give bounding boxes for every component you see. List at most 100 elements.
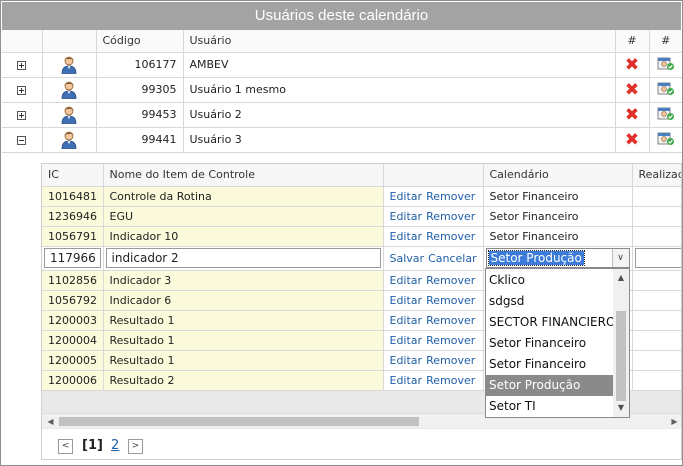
expand-plus-icon[interactable]: [17, 60, 27, 70]
delete-x-icon[interactable]: ✖: [625, 55, 639, 75]
dropdown-option[interactable]: Setor TI: [486, 396, 614, 417]
user-row[interactable]: 99441 Usuário 3 ✖: [2, 126, 682, 153]
expander-cell[interactable]: [2, 126, 43, 153]
dropdown-scroll-thumb[interactable]: [616, 311, 626, 401]
ic-column-header[interactable]: IC: [42, 164, 104, 187]
realized-input[interactable]: [634, 248, 681, 268]
user-calendar-icon[interactable]: [657, 57, 675, 74]
expand-plus-icon[interactable]: [17, 85, 27, 95]
item-realized: [631, 185, 681, 207]
ic-input[interactable]: [44, 248, 101, 268]
expander-cell[interactable]: [2, 76, 43, 103]
edit-link[interactable]: Editar: [390, 274, 423, 287]
user-calendar-button[interactable]: [648, 76, 682, 103]
user-calendar-icon[interactable]: [657, 107, 675, 124]
item-calendar: Setor Financeiro: [482, 185, 633, 207]
remove-link[interactable]: Remover: [426, 210, 475, 223]
control-item-row[interactable]: 1236946 EGU Editar Remover Setor Financeiro: [42, 205, 681, 227]
user-calendar-icon[interactable]: [657, 132, 675, 149]
page-2-link[interactable]: 2: [111, 438, 119, 453]
calendar-dropdown-list[interactable]: Cklico sdgsd SECTOR FINANCIERO Setor Financ…: [485, 268, 630, 418]
item-name: Controle da Rotina: [102, 185, 384, 207]
remove-link[interactable]: Remover: [426, 294, 475, 307]
edit-link[interactable]: Editar: [390, 334, 423, 347]
scroll-left-icon[interactable]: ◀: [43, 414, 58, 429]
user-column-header[interactable]: Usuário: [182, 30, 616, 53]
delete-x-icon[interactable]: ✖: [625, 80, 639, 100]
dropdown-option[interactable]: Setor Financeiro: [486, 333, 614, 354]
realized-column-header[interactable]: Realizad: [631, 164, 681, 187]
save-link[interactable]: Salvar: [390, 252, 425, 265]
user-name: AMBEV: [182, 51, 616, 78]
user-row[interactable]: 99305 Usuário 1 mesmo ✖: [2, 76, 682, 103]
remove-link[interactable]: Remover: [426, 274, 475, 287]
scroll-right-icon[interactable]: ▶: [667, 414, 681, 429]
edit-link[interactable]: Editar: [390, 190, 423, 203]
item-ic: 1200003: [42, 309, 104, 331]
user-calendar-button[interactable]: [648, 101, 682, 128]
delete-column-header: #: [614, 30, 650, 53]
edit-calendar-cell: Setor Produção ∨: [482, 245, 633, 271]
dropdown-option[interactable]: sdgsd: [486, 291, 614, 312]
remove-link[interactable]: Remover: [426, 354, 475, 367]
horizontal-scroll-thumb[interactable]: [59, 417, 419, 426]
edit-item-row[interactable]: SalvarCancelar Setor Produção∨: [42, 245, 681, 271]
code-column-header[interactable]: Código: [95, 30, 184, 53]
remove-link[interactable]: Remover: [426, 374, 475, 387]
cancel-link[interactable]: Cancelar: [428, 252, 477, 265]
edit-link[interactable]: Editar: [390, 230, 423, 243]
next-page-button[interactable]: >: [128, 439, 143, 454]
item-realized: [631, 289, 681, 311]
calendar-select[interactable]: Setor Produção ∨: [485, 248, 630, 268]
user-code: 99441: [95, 126, 184, 153]
delete-user-button[interactable]: ✖: [614, 51, 650, 78]
prev-page-button[interactable]: <: [58, 439, 73, 454]
delete-x-icon[interactable]: ✖: [625, 105, 639, 125]
remove-link[interactable]: Remover: [426, 190, 475, 203]
expander-cell[interactable]: [2, 101, 43, 128]
calendar-column-header: #: [648, 30, 682, 53]
expander-cell[interactable]: [2, 51, 43, 78]
edit-link[interactable]: Editar: [390, 294, 423, 307]
calendar-column-header[interactable]: Calendário: [482, 164, 633, 187]
user-row[interactable]: 99453 Usuário 2 ✖: [2, 101, 682, 128]
user-row[interactable]: 106177 AMBEV ✖: [2, 51, 682, 78]
delete-x-icon[interactable]: ✖: [625, 130, 639, 150]
edit-link[interactable]: Editar: [390, 314, 423, 327]
dropdown-option[interactable]: Cklico: [486, 270, 614, 291]
edit-link[interactable]: Editar: [390, 210, 423, 223]
expand-plus-icon[interactable]: [17, 110, 27, 120]
dropdown-option[interactable]: Setor Produção: [486, 375, 614, 396]
user-calendar-button[interactable]: [648, 126, 682, 153]
item-name: Indicador 3: [102, 269, 384, 291]
control-item-row[interactable]: 1016481 Controle da Rotina Editar Remover Se…: [42, 185, 681, 207]
remove-link[interactable]: Remover: [426, 230, 475, 243]
users-header-row: Código Usuário # #: [2, 30, 682, 53]
item-name-input[interactable]: [105, 248, 381, 268]
control-item-row[interactable]: 1056791 Indicador 10 Editar Remover Setor Fi…: [42, 225, 681, 247]
dropdown-option[interactable]: SECTOR FINANCIERO: [486, 312, 615, 333]
delete-user-button[interactable]: ✖: [614, 101, 650, 128]
remove-link[interactable]: Remover: [426, 314, 475, 327]
dropdown-scrollbar[interactable]: ▲ ▼: [613, 269, 629, 417]
item-name-column-header[interactable]: Nome do Item de Controle: [102, 164, 384, 187]
chevron-down-icon[interactable]: ∨: [611, 249, 629, 267]
avatar: [41, 101, 97, 128]
user-calendar-button[interactable]: [648, 51, 682, 78]
edit-link[interactable]: Editar: [390, 354, 423, 367]
user-name: Usuário 2: [182, 101, 616, 128]
item-actions: Editar Remover: [382, 205, 484, 227]
edit-link[interactable]: Editar: [390, 374, 423, 387]
scroll-down-icon[interactable]: ▼: [613, 401, 629, 415]
chevron-right-icon: >: [131, 441, 140, 451]
delete-user-button[interactable]: ✖: [614, 126, 650, 153]
item-name: Indicador 10: [102, 225, 384, 247]
collapse-minus-icon[interactable]: [17, 135, 27, 145]
dropdown-option[interactable]: Setor Financeiro: [486, 354, 614, 375]
delete-user-button[interactable]: ✖: [614, 76, 650, 103]
item-realized: [631, 205, 681, 227]
remove-link[interactable]: Remover: [426, 334, 475, 347]
scroll-up-icon[interactable]: ▲: [613, 271, 629, 285]
user-calendar-icon[interactable]: [657, 82, 675, 99]
item-calendar: Setor Financeiro: [482, 205, 633, 227]
